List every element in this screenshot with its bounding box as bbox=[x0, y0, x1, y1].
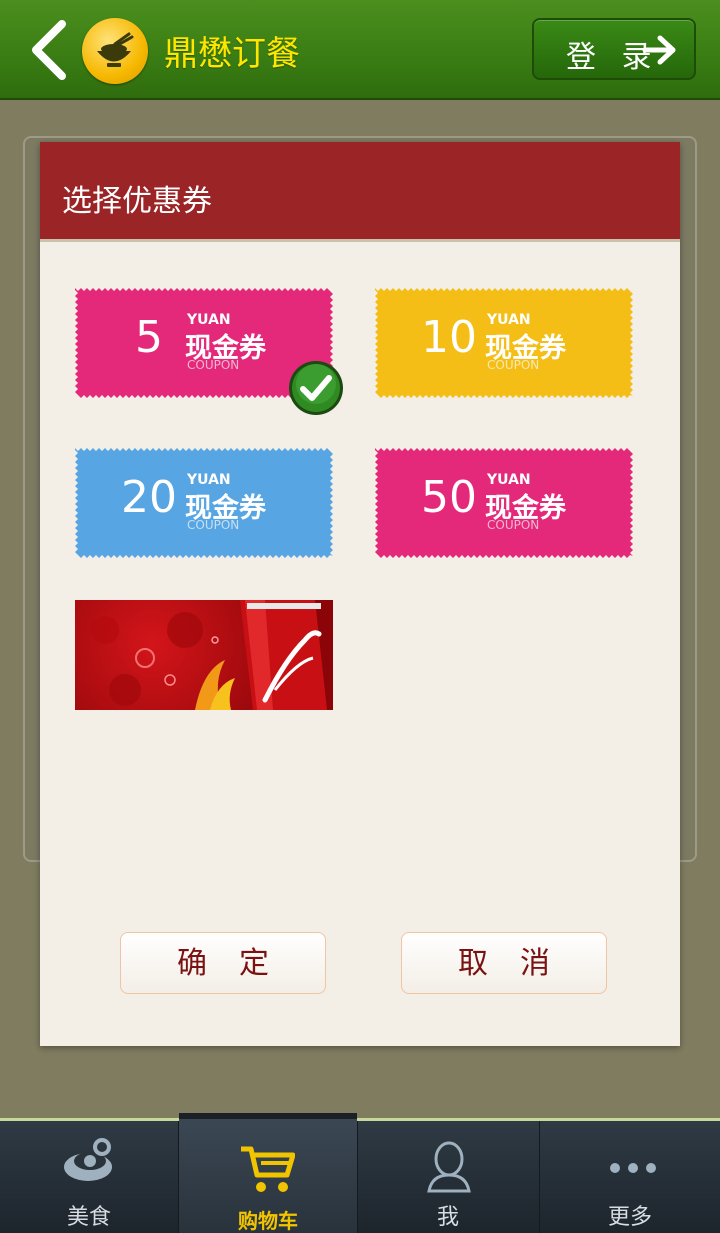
more-icon bbox=[610, 1163, 656, 1173]
coupon-sub: COUPON bbox=[487, 358, 540, 372]
coupon-20-yuan[interactable]: 20 YUAN 现金券 COUPON bbox=[75, 448, 333, 558]
confirm-button[interactable]: 确定 bbox=[120, 932, 326, 994]
coupon-value: 10 bbox=[421, 312, 477, 363]
bowl-icon bbox=[64, 1138, 112, 1181]
arrow-right-icon bbox=[642, 35, 676, 65]
nav-label: 美食 bbox=[66, 1205, 111, 1230]
nav-item-more[interactable]: 更多 bbox=[540, 1121, 720, 1233]
check-icon bbox=[289, 361, 343, 415]
coupon-sub: COUPON bbox=[187, 358, 240, 372]
chevron-left-icon bbox=[32, 20, 66, 80]
app-title: 鼎懋订餐 bbox=[164, 34, 300, 74]
rice-bowl-icon bbox=[97, 32, 134, 67]
cola-coupon-image[interactable] bbox=[75, 600, 333, 710]
back-button[interactable] bbox=[26, 18, 74, 82]
dialog-header: 选择优惠券 bbox=[40, 142, 680, 242]
coupon-50-yuan[interactable]: 50 YUAN 现金券 COUPON bbox=[375, 448, 633, 558]
login-button[interactable]: 登 录 bbox=[532, 18, 696, 80]
app-logo bbox=[82, 18, 148, 84]
cart-icon bbox=[241, 1146, 295, 1192]
coupon-sub: COUPON bbox=[187, 518, 240, 532]
coupon-value: 20 bbox=[121, 472, 177, 523]
coupon-value: 5 bbox=[135, 312, 163, 363]
cola-can-image bbox=[91, 600, 327, 710]
bottom-nav: 美食 购物车 我 更多 bbox=[0, 1113, 720, 1233]
nav-label: 我 bbox=[436, 1205, 459, 1230]
coupon-value: 50 bbox=[421, 472, 477, 523]
nav-item-cart[interactable]: 购物车 bbox=[179, 1113, 357, 1233]
nav-label: 更多 bbox=[607, 1205, 652, 1230]
dialog-title: 选择优惠券 bbox=[62, 184, 212, 219]
coupon-sub: COUPON bbox=[487, 518, 540, 532]
coupon-10-yuan[interactable]: 10 YUAN 现金券 COUPON bbox=[375, 288, 633, 398]
nav-item-me[interactable]: 我 bbox=[358, 1121, 538, 1233]
person-icon bbox=[427, 1141, 471, 1193]
coupon-dialog: 选择优惠券 5 YUAN 现金券 COUPON 10 YUAN 现金券 COUP… bbox=[40, 142, 680, 1046]
confirm-label: 确定 bbox=[177, 946, 301, 981]
nav-item-food[interactable]: 美食 bbox=[0, 1121, 178, 1233]
coupon-5-yuan[interactable]: 5 YUAN 现金券 COUPON bbox=[75, 288, 343, 415]
nav-label: 购物车 bbox=[238, 1209, 298, 1233]
top-bar: 鼎懋订餐 登 录 bbox=[0, 0, 720, 100]
cancel-button[interactable]: 取消 bbox=[401, 932, 607, 994]
cancel-label: 取消 bbox=[458, 946, 582, 981]
